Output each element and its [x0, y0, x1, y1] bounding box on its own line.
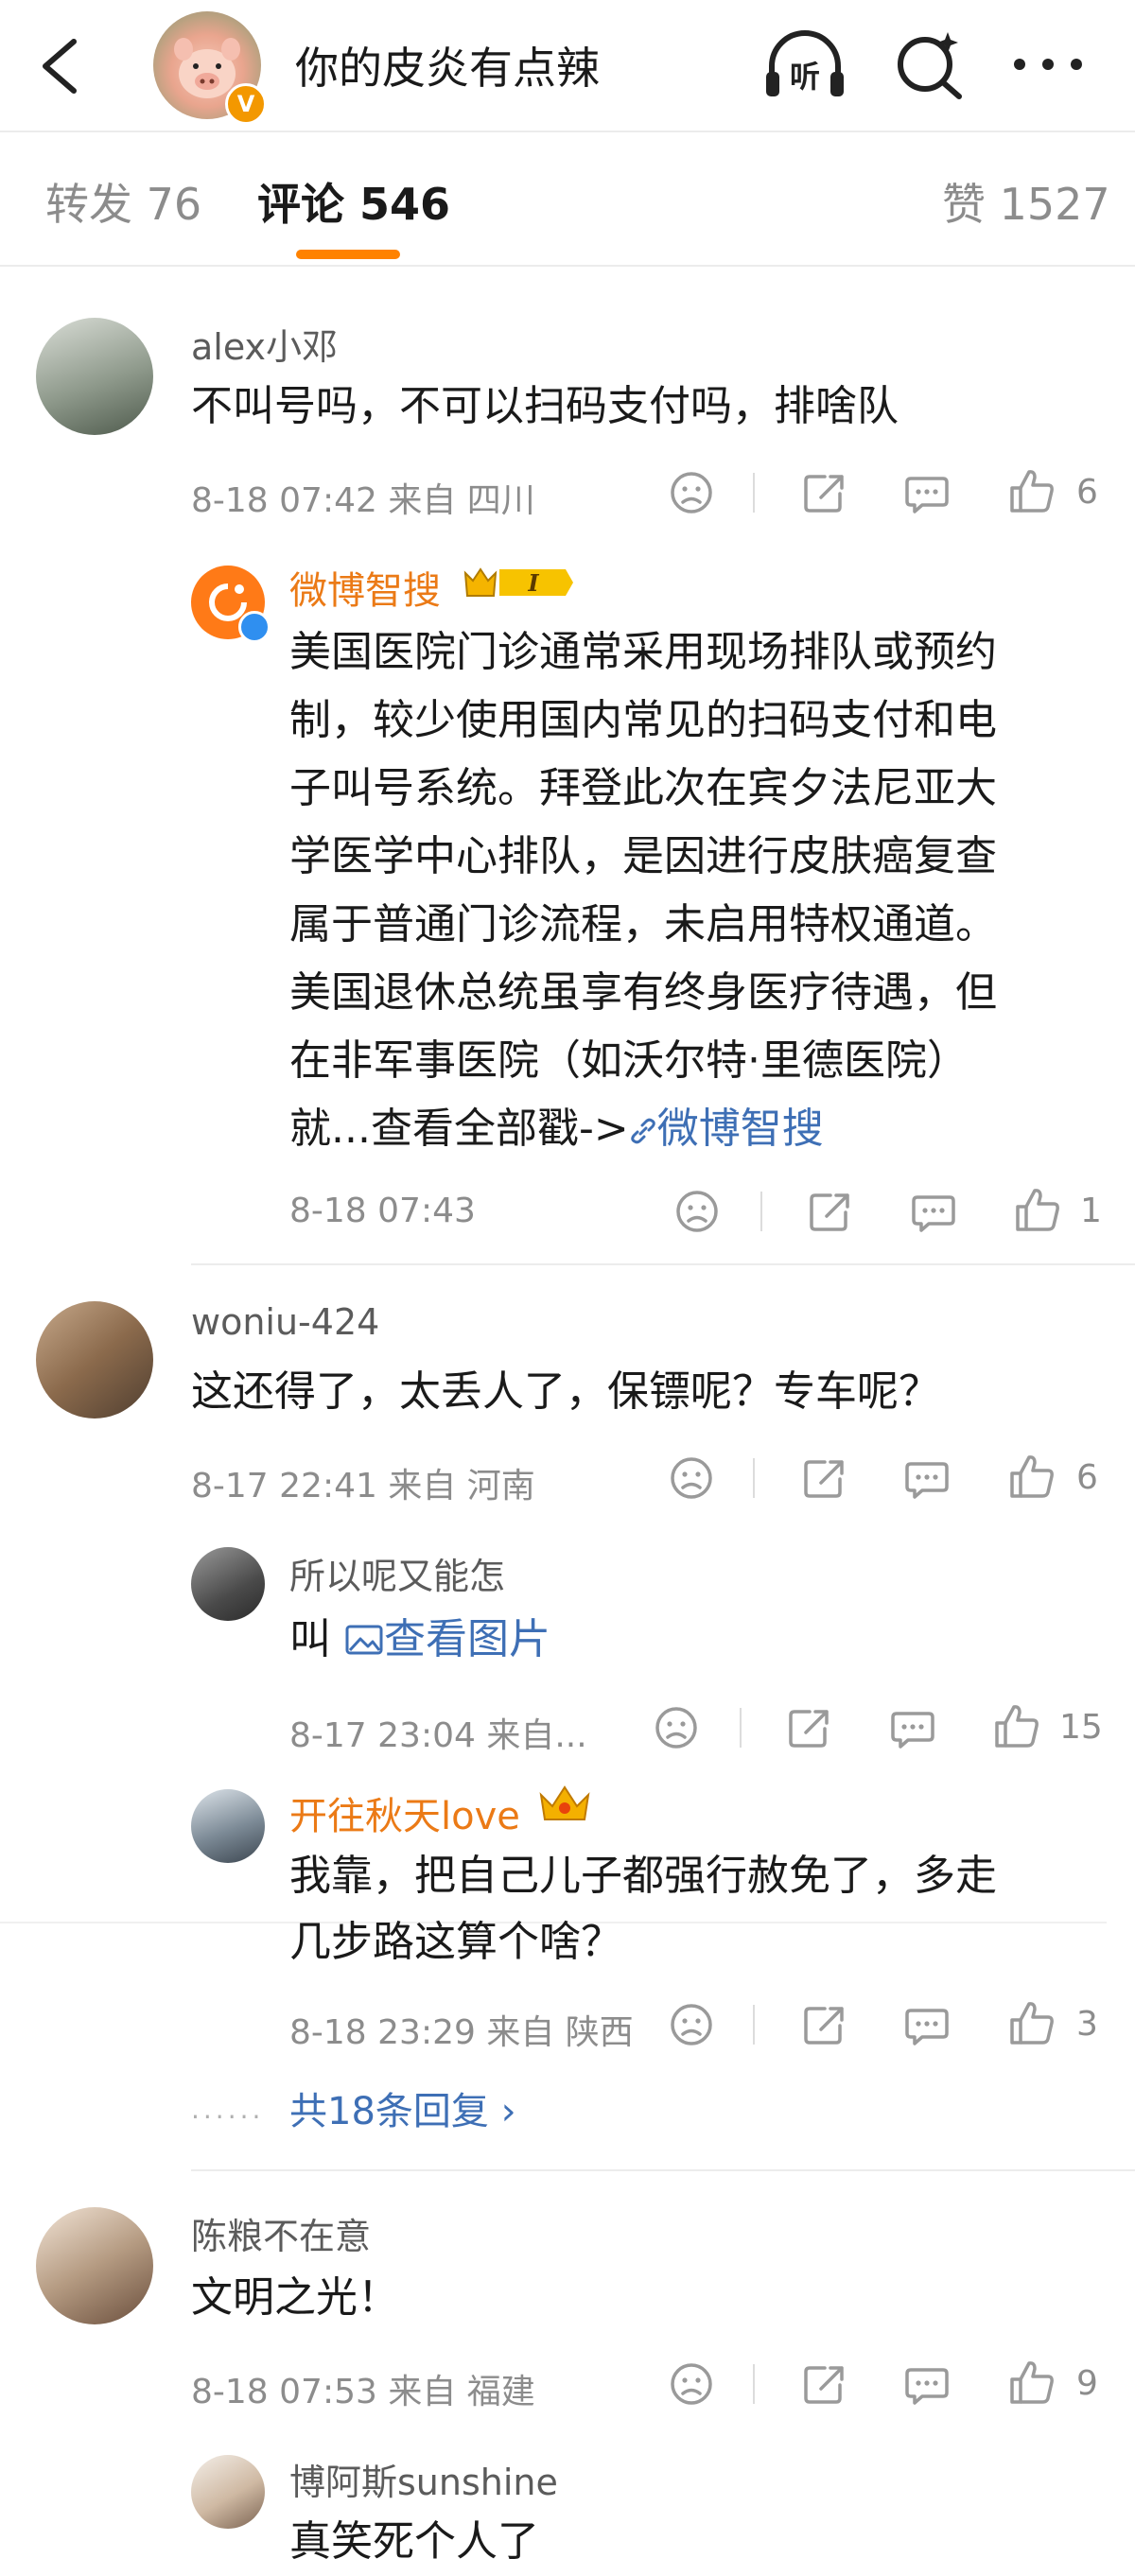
like-icon[interactable] [1008, 467, 1056, 514]
commenter-name[interactable]: woniu-424 [191, 1301, 379, 1343]
reply-user-name[interactable]: 所以呢又能怎 [289, 1547, 505, 1599]
tab-comment[interactable]: 评论 546 [257, 170, 450, 233]
view-image-link[interactable]: 查看图片 [344, 1615, 550, 1663]
like-count: 3 [1076, 2005, 1098, 2044]
comment-text: 不叫号吗，不可以扫码支付吗，排啥队 [191, 382, 899, 430]
like-count: 15 [1059, 1708, 1103, 1747]
reply-icon[interactable] [889, 1704, 936, 1751]
share-icon[interactable] [806, 1188, 853, 1235]
top-bar: V 你的皮炎有点辣 听 [0, 0, 1135, 132]
commenter-avatar[interactable] [36, 1301, 153, 1419]
reply-text: 美国医院门诊通常采用现场排队或预约 制，较少使用国内常见的扫码支付和电 子叫号系… [289, 628, 997, 1153]
action-separator [753, 2005, 755, 2045]
dislike-icon[interactable] [653, 1704, 700, 1751]
share-icon[interactable] [800, 2360, 847, 2408]
svg-text:I: I [527, 569, 539, 597]
back-arrow-icon[interactable] [38, 38, 79, 95]
like-count: 6 [1076, 1458, 1098, 1497]
share-icon[interactable] [800, 1454, 847, 1502]
commenter-name[interactable]: alex小邓 [191, 318, 338, 370]
reply-avatar[interactable] [191, 2455, 265, 2529]
svg-text:听: 听 [790, 59, 820, 95]
reply-avatar[interactable] [191, 1547, 265, 1621]
member-badge-icon: I [462, 564, 575, 601]
crown-badge-icon [535, 1782, 594, 1825]
reply-text: 叫 查看图片 [289, 1615, 550, 1663]
dislike-icon[interactable] [673, 1188, 721, 1235]
comment-text: 文明之光！ [191, 2273, 399, 2322]
comment-meta: 8-17 22:41 来自 河南 [191, 1467, 535, 1506]
image-icon [345, 1625, 383, 1655]
reply-meta: 8-18 23:29 来自 陕西 [289, 2013, 634, 2052]
share-icon[interactable] [785, 1704, 832, 1751]
more-icon[interactable] [1012, 55, 1084, 74]
reply-text-line: 几步路这算个啥？ [289, 1918, 622, 1966]
reply-text: 真笑死个人了 [289, 2517, 539, 2566]
verified-badge-icon [238, 611, 271, 643]
comment-divider [191, 2169, 1135, 2171]
like-icon[interactable] [993, 1702, 1040, 1749]
dislike-icon[interactable] [668, 2360, 715, 2408]
dislike-icon[interactable] [668, 1454, 715, 1502]
reply-icon[interactable] [903, 1454, 951, 1502]
listen-icon[interactable]: 听 [762, 28, 847, 102]
comment-text: 这还得了，太丢人了，保镖呢？专车呢？ [191, 1367, 940, 1416]
like-icon[interactable] [1008, 1453, 1056, 1500]
reply-user-name[interactable]: 博阿斯sunshine [289, 2453, 558, 2505]
reply-icon[interactable] [910, 1188, 957, 1235]
reply-user-name[interactable]: 微博智搜 [289, 560, 441, 615]
link-icon [630, 1118, 655, 1144]
commenter-avatar[interactable] [36, 2207, 153, 2324]
like-count: 9 [1076, 2364, 1098, 2403]
view-all-link[interactable]: 微博智搜 [629, 1105, 824, 1153]
reply-icon[interactable] [903, 469, 951, 516]
reply-user-name[interactable]: 开往秋天love [289, 1785, 520, 1840]
verified-badge-icon: V [225, 83, 267, 125]
page-title: 你的皮炎有点辣 [295, 43, 600, 94]
comment-meta: 8-18 07:53 来自 福建 [191, 2373, 535, 2411]
dislike-icon[interactable] [668, 469, 715, 516]
chevron-right-icon: › [500, 2090, 516, 2133]
dislike-icon[interactable] [668, 2001, 715, 2048]
tab-repost[interactable]: 转发 76 [45, 170, 201, 233]
like-icon[interactable] [1008, 2358, 1056, 2406]
like-count: 1 [1080, 1192, 1102, 1230]
reply-avatar[interactable] [191, 1789, 265, 1863]
like-icon[interactable] [1008, 1999, 1056, 2046]
comment-meta: 8-18 07:42 来自 四川 [191, 481, 535, 520]
active-tab-indicator [296, 250, 400, 259]
action-separator [740, 1708, 742, 1748]
like-count: 6 [1076, 473, 1098, 512]
comment-divider [191, 1263, 1135, 1265]
like-icon[interactable] [1014, 1186, 1061, 1233]
commenter-name[interactable]: 陈粮不在意 [191, 2207, 371, 2259]
action-separator [753, 2364, 755, 2404]
reply-meta: 8-17 23:04 来自... [289, 1716, 587, 1755]
dotted-lead: ······ [191, 2101, 265, 2132]
action-separator [753, 1458, 755, 1498]
reply-meta: 8-18 07:43 [289, 1192, 476, 1230]
share-icon[interactable] [800, 469, 847, 516]
search-icon[interactable] [895, 28, 965, 100]
action-separator [753, 473, 755, 513]
share-icon[interactable] [800, 2001, 847, 2048]
reply-text-line: 我靠，把自己儿子都强行赦免了，多走 [289, 1852, 997, 1900]
commenter-avatar[interactable] [36, 318, 153, 435]
reply-icon[interactable] [903, 2001, 951, 2048]
more-replies-link[interactable]: 共18条回复 › [289, 2080, 516, 2135]
tab-like[interactable]: 赞 1527 [942, 170, 1110, 233]
action-separator [760, 1192, 762, 1231]
tab-bar: 转发 76 评论 546 赞 1527 [0, 132, 1135, 267]
reply-icon[interactable] [903, 2360, 951, 2408]
